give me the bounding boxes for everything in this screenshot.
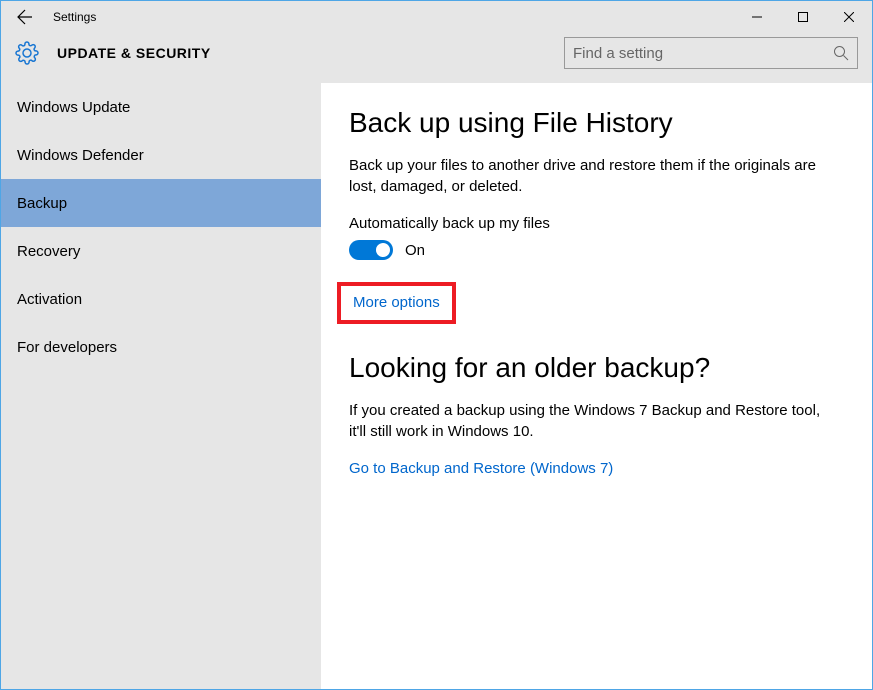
search-box[interactable] — [564, 37, 858, 69]
toggle-label: Automatically back up my files — [349, 215, 844, 232]
sidebar-item-label: For developers — [17, 339, 117, 356]
minimize-button[interactable] — [734, 1, 780, 33]
desc-file-history: Back up your files to another drive and … — [349, 155, 839, 197]
sidebar-item-windows-defender[interactable]: Windows Defender — [1, 131, 321, 179]
window-controls — [734, 1, 872, 33]
toggle-state: On — [405, 242, 425, 259]
sidebar-item-label: Recovery — [17, 243, 80, 260]
window-title: Settings — [49, 10, 734, 24]
back-button[interactable] — [1, 1, 49, 33]
auto-backup-toggle[interactable] — [349, 240, 393, 260]
sidebar-item-label: Backup — [17, 195, 67, 212]
titlebar: Settings — [1, 1, 872, 33]
sidebar-item-recovery[interactable]: Recovery — [1, 227, 321, 275]
close-icon — [844, 12, 854, 22]
sidebar-item-label: Windows Update — [17, 99, 130, 116]
backup-restore-win7-link[interactable]: Go to Backup and Restore (Windows 7) — [349, 460, 844, 477]
sidebar-item-backup[interactable]: Backup — [1, 179, 321, 227]
arrow-left-icon — [17, 9, 33, 25]
heading-file-history: Back up using File History — [349, 107, 844, 139]
toggle-row: On — [349, 240, 844, 260]
header: UPDATE & SECURITY — [1, 33, 872, 83]
minimize-icon — [752, 12, 762, 22]
more-options-link[interactable]: More options — [353, 294, 440, 311]
sidebar-item-windows-update[interactable]: Windows Update — [1, 83, 321, 131]
search-input[interactable] — [573, 45, 833, 62]
sidebar-item-activation[interactable]: Activation — [1, 275, 321, 323]
body: Windows Update Windows Defender Backup R… — [1, 83, 872, 689]
maximize-button[interactable] — [780, 1, 826, 33]
search-icon — [833, 45, 849, 61]
section-title: UPDATE & SECURITY — [57, 45, 564, 61]
desc-older-backup: If you created a backup using the Window… — [349, 400, 839, 442]
content: Back up using File History Back up your … — [321, 83, 872, 689]
gear-icon — [15, 41, 39, 65]
heading-older-backup: Looking for an older backup? — [349, 352, 844, 384]
sidebar: Windows Update Windows Defender Backup R… — [1, 83, 321, 689]
sidebar-item-for-developers[interactable]: For developers — [1, 323, 321, 371]
more-options-highlight: More options — [337, 282, 456, 324]
maximize-icon — [798, 12, 808, 22]
sidebar-item-label: Windows Defender — [17, 147, 144, 164]
close-button[interactable] — [826, 1, 872, 33]
sidebar-item-label: Activation — [17, 291, 82, 308]
